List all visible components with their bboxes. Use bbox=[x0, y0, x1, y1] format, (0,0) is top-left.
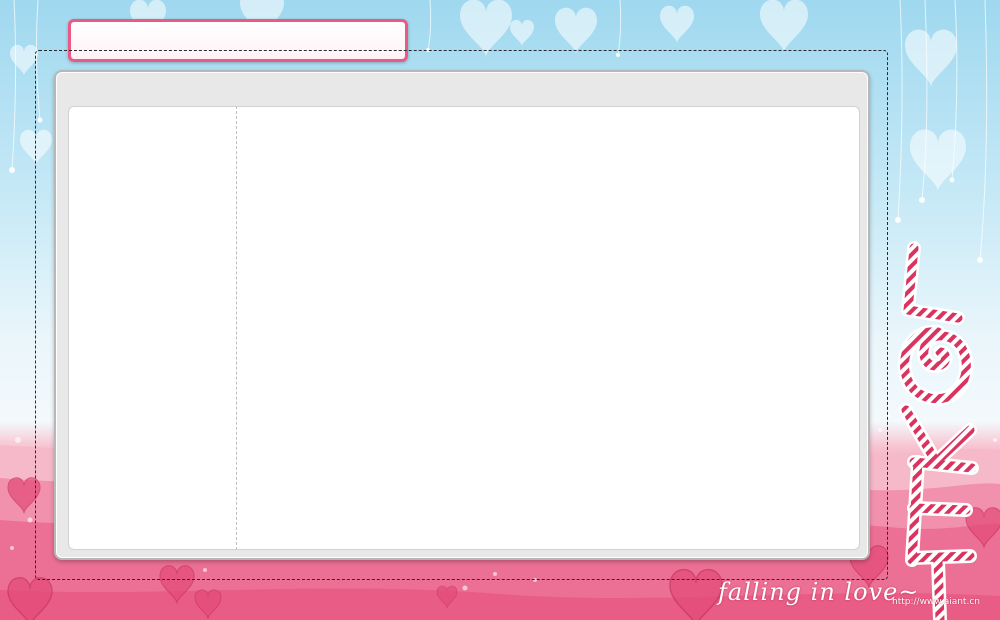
main-panel bbox=[54, 70, 870, 560]
tagline-text: falling in love~ bbox=[718, 578, 920, 606]
love-lettering-art bbox=[897, 241, 979, 620]
site-url-text: http://www.aiant.cn bbox=[892, 597, 980, 607]
content-pane[interactable] bbox=[236, 106, 860, 550]
sidebar-pane[interactable] bbox=[68, 106, 236, 550]
love-letter-e bbox=[907, 457, 977, 565]
panel-header bbox=[56, 72, 868, 104]
love-stem bbox=[933, 555, 945, 620]
love-theme-stage: falling in love~ http://www.aiant.cn bbox=[0, 0, 1000, 620]
